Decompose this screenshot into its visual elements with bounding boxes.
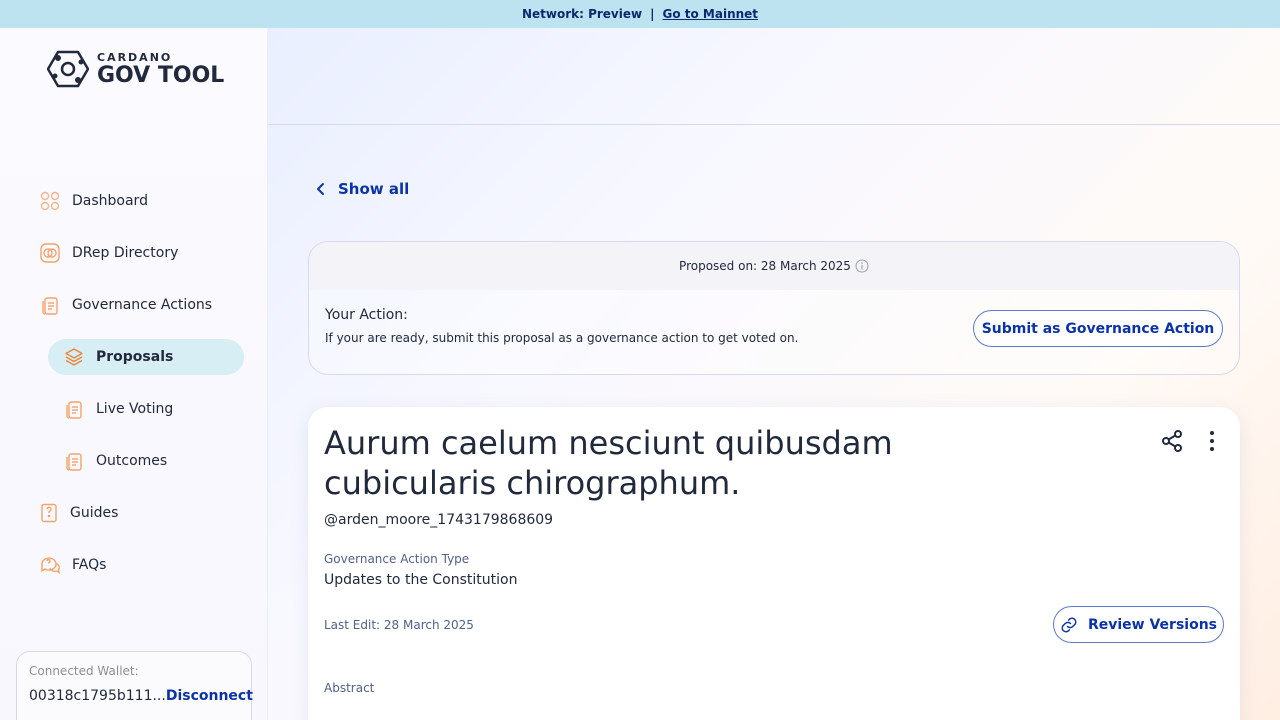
proposals-icon: [64, 347, 84, 367]
governance-actions-icon: [40, 295, 60, 315]
connected-wallet-panel: Connected Wallet: 00318c1795b111... Disc…: [16, 651, 253, 720]
network-banner: Network: Preview | Go to Mainnet: [0, 0, 1280, 28]
top-bar: [268, 28, 1280, 125]
guides-icon: [40, 503, 60, 523]
logo-big-text: GOV TOOL: [97, 62, 225, 88]
wallet-address: 00318c1795b111...: [29, 688, 166, 704]
show-all-label: Show all: [338, 180, 410, 198]
network-label: Network: Preview: [521, 7, 643, 21]
sidebar-item-live-voting[interactable]: Live Voting: [64, 391, 173, 427]
logo-small-text: CARDANO: [97, 50, 173, 64]
main-content: Show all Proposed on: 28 March 2025 Your…: [268, 28, 1280, 720]
cardano-logo-icon: [47, 50, 89, 88]
sidebar-item-label: FAQs: [72, 557, 107, 573]
sidebar-item-governance-actions[interactable]: Governance Actions: [40, 287, 212, 323]
sidebar-item-guides[interactable]: Guides: [40, 495, 118, 531]
sidebar-item-faqs[interactable]: FAQs: [40, 547, 106, 583]
link-icon: [1061, 617, 1077, 632]
wallet-label: Connected Wallet:: [29, 664, 139, 678]
your-action-panel: Proposed on: 28 March 2025 Your Action: …: [308, 241, 1240, 375]
sidebar-item-label: DRep Directory: [72, 245, 179, 261]
sidebar-item-label: Proposals: [96, 349, 174, 365]
info-icon[interactable]: [855, 259, 869, 273]
sidebar-item-drep-directory[interactable]: DRep Directory: [40, 235, 178, 271]
sidebar-item-label: Dashboard: [72, 193, 148, 209]
share-icon[interactable]: [1160, 429, 1184, 453]
proposal-author: @arden_moore_1743179868609: [324, 512, 554, 528]
proposal-title: Aurum caelum nesciunt quibusdam cubicula…: [324, 424, 893, 502]
sidebar-item-outcomes[interactable]: Outcomes: [64, 443, 167, 479]
disconnect-button[interactable]: Disconnect: [166, 688, 253, 704]
governance-action-type-value: Updates to the Constitution: [324, 572, 518, 588]
gov-tool-logo[interactable]: CARDANO GOV TOOL: [47, 50, 224, 88]
chevron-left-icon: [317, 183, 324, 195]
outcomes-icon: [64, 451, 84, 471]
proposed-on-header: Proposed on: 28 March 2025: [309, 242, 1239, 290]
show-all-link[interactable]: Show all: [314, 180, 409, 198]
faqs-icon: [40, 555, 60, 575]
submit-as-governance-action-button[interactable]: Submit as Governance Action: [973, 310, 1223, 347]
your-action-description: If your are ready, submit this proposal …: [325, 331, 799, 345]
proposed-on-text: Proposed on: 28 March 2025: [679, 259, 851, 273]
abstract-label: Abstract: [324, 681, 375, 695]
drep-directory-icon: [40, 243, 60, 263]
proposal-card: Aurum caelum nesciunt quibusdam cubicula…: [308, 407, 1240, 720]
review-versions-label: Review Versions: [1087, 616, 1218, 633]
sidebar-item-label: Outcomes: [96, 453, 168, 469]
last-edit-date: Last Edit: 28 March 2025: [324, 618, 474, 632]
your-action-title: Your Action:: [325, 307, 408, 323]
sidebar-item-dashboard[interactable]: Dashboard: [40, 183, 148, 219]
sidebar-item-label: Governance Actions: [72, 297, 213, 313]
sidebar-item-label: Live Voting: [96, 401, 174, 417]
dashboard-icon: [40, 191, 60, 211]
sidebar-item-label: Guides: [70, 505, 119, 521]
banner-separator: |: [650, 7, 655, 21]
sidebar: CARDANO GOV TOOL Dashboard DRep Director…: [0, 28, 268, 720]
sidebar-item-proposals[interactable]: Proposals: [64, 339, 173, 375]
go-to-mainnet-link[interactable]: Go to Mainnet: [662, 7, 758, 21]
more-options-icon[interactable]: [1200, 429, 1224, 453]
governance-action-type-label: Governance Action Type: [324, 552, 470, 566]
live-voting-icon: [64, 399, 84, 419]
review-versions-button[interactable]: Review Versions: [1053, 606, 1224, 643]
